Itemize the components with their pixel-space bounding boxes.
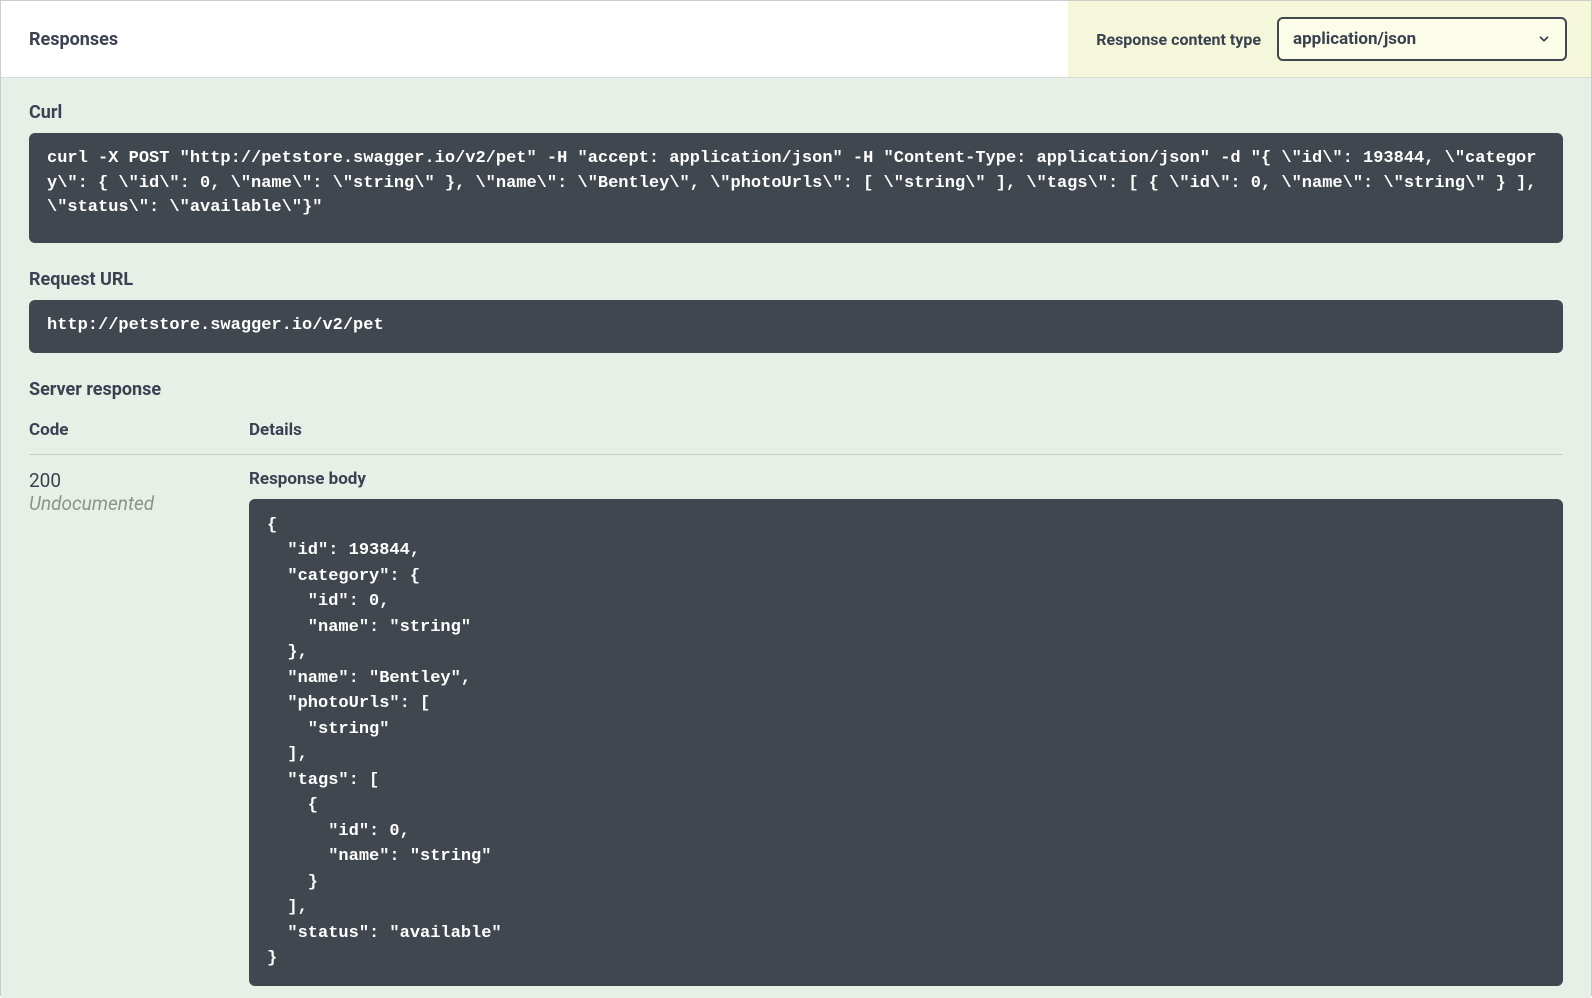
response-row: 200 Undocumented Response body { "id": 1… — [29, 469, 1563, 998]
content-type-label: Response content type — [1096, 30, 1261, 49]
response-details-cell: Response body { "id": 193844, "category"… — [249, 469, 1563, 998]
response-body-label: Response body — [249, 469, 1563, 489]
curl-label: Curl — [29, 102, 1563, 123]
responses-header: Responses Response content type applicat… — [1, 1, 1591, 78]
column-header-code: Code — [29, 420, 249, 440]
request-url-block[interactable]: http://petstore.swagger.io/v2/pet — [29, 300, 1563, 353]
chevron-down-icon — [1537, 32, 1551, 46]
content-type-select[interactable]: application/json — [1277, 17, 1567, 61]
curl-command-block[interactable]: curl -X POST "http://petstore.swagger.io… — [29, 133, 1563, 243]
response-table-header: Code Details — [29, 420, 1563, 455]
column-header-details: Details — [249, 420, 1563, 440]
responses-content: Curl curl -X POST "http://petstore.swagg… — [1, 78, 1591, 998]
response-code: 200 — [29, 469, 249, 492]
responses-title: Responses — [1, 5, 146, 74]
server-response-label: Server response — [29, 379, 1563, 400]
request-url-label: Request URL — [29, 269, 1563, 290]
content-type-panel: Response content type application/json — [1068, 1, 1591, 77]
response-note: Undocumented — [29, 492, 249, 515]
response-code-cell: 200 Undocumented — [29, 469, 249, 998]
response-body-block[interactable]: { "id": 193844, "category": { "id": 0, "… — [249, 499, 1563, 986]
content-type-value: application/json — [1293, 29, 1416, 49]
